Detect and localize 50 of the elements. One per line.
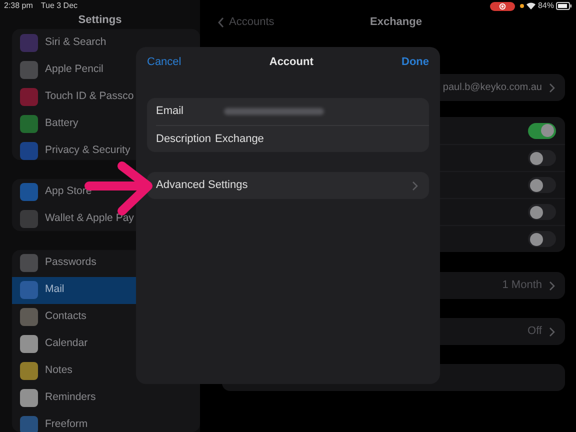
sidebar-label: Calendar xyxy=(45,336,88,352)
sidebar-label: Freeform xyxy=(45,417,88,432)
cancel-button[interactable]: Cancel xyxy=(147,54,182,71)
advanced-settings-row[interactable]: Advanced Settings xyxy=(147,172,429,199)
sidebar-title: Settings xyxy=(78,13,122,28)
status-time: 2:38 pm xyxy=(4,0,33,12)
toggle-switch[interactable] xyxy=(528,122,556,138)
chevron-icon xyxy=(549,82,555,92)
dot-icon xyxy=(520,4,524,8)
sidebar-item[interactable]: Freeform xyxy=(12,412,200,432)
modal-title: Account xyxy=(269,55,314,70)
sidebar-label: Battery xyxy=(45,116,78,131)
sidebar-label: Wallet & Apple Pay xyxy=(45,211,134,226)
battery-icon xyxy=(556,2,572,10)
detail-title: Exchange xyxy=(370,14,422,30)
sidebar-item[interactable]: Wallet & Apple Pay xyxy=(12,206,200,231)
toggle-switch[interactable] xyxy=(528,177,556,193)
sidebar-label: Contacts xyxy=(45,309,86,324)
sidebar-item[interactable]: Siri & Search xyxy=(12,29,200,56)
sidebar-label: Apple Pencil xyxy=(45,62,104,77)
field-label: Email xyxy=(156,104,185,120)
sidebar-label: Siri & Search xyxy=(45,34,106,50)
battery-percentage: 84% xyxy=(538,0,554,12)
toggle-switch[interactable] xyxy=(528,204,556,220)
sidebar-label: Passwords xyxy=(45,255,96,270)
field-value: Exchange xyxy=(215,132,264,147)
sidebar-label: Mail xyxy=(45,282,64,298)
toggle-switch[interactable] xyxy=(528,150,556,166)
field-label: Description xyxy=(156,132,212,147)
wifi-icon xyxy=(526,2,536,10)
account-email: paul.b@keyko.com.au xyxy=(442,81,542,95)
sidebar-item[interactable]: Passwords xyxy=(12,250,200,277)
sidebar-item[interactable]: Contacts xyxy=(12,304,200,331)
back-chevron-icon xyxy=(218,16,224,28)
toggle-switch[interactable] xyxy=(528,231,556,247)
sidebar-item[interactable]: Reminders xyxy=(12,384,200,412)
chevron-icon xyxy=(549,280,555,290)
chevron-icon xyxy=(549,326,555,336)
sidebar-item[interactable]: Notes xyxy=(12,358,200,385)
row-value: Off xyxy=(528,324,542,340)
sidebar-label: Notes xyxy=(45,363,72,378)
done-button[interactable]: Done xyxy=(402,54,429,71)
sidebar-label: Reminders xyxy=(45,390,96,406)
sidebar-label: Touch ID & Passco xyxy=(45,88,134,104)
sidebar-item[interactable]: Calendar xyxy=(12,330,200,358)
recording-indicator-icon xyxy=(490,2,515,10)
sidebar-label: Privacy & Security xyxy=(45,142,130,158)
chevron-icon xyxy=(412,180,418,190)
status-date: Tue 3 Dec xyxy=(40,0,78,12)
row-value: 1 Month xyxy=(502,278,542,294)
